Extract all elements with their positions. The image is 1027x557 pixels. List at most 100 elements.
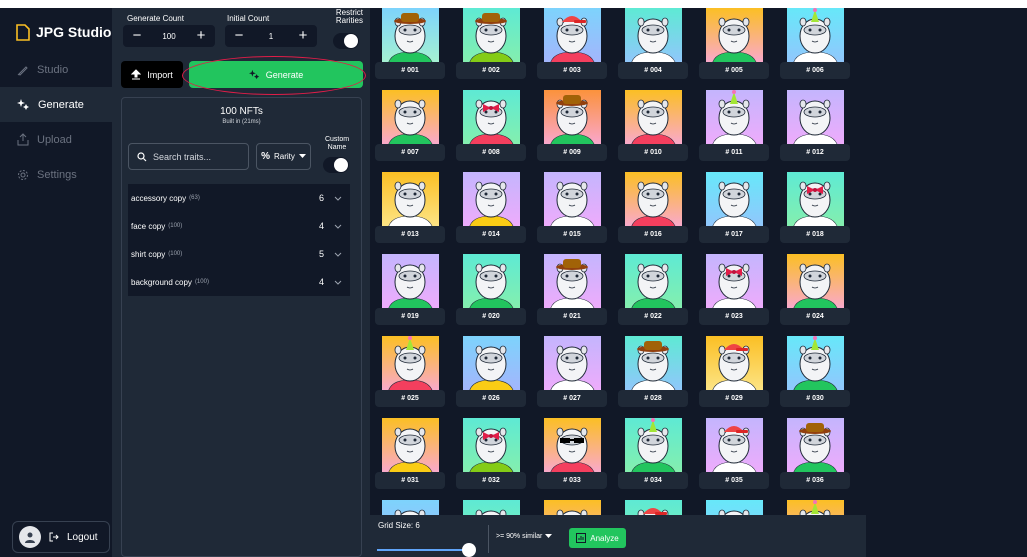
app-window: JPG Studio Studio Generate Upload Settin… bbox=[0, 8, 1027, 557]
sidebar-item-label: Settings bbox=[37, 168, 77, 181]
nft-image bbox=[463, 172, 520, 230]
nft-label: # 021 bbox=[537, 308, 607, 325]
decrement-button[interactable]: − bbox=[123, 25, 151, 47]
grid-size-slider-handle[interactable] bbox=[462, 543, 476, 557]
upload-icon bbox=[17, 133, 29, 146]
nft-card[interactable]: # 001 bbox=[375, 8, 445, 79]
trait-row-background[interactable]: background copy (100) 4 bbox=[128, 268, 350, 296]
nft-card[interactable]: # 002 bbox=[456, 8, 526, 79]
nft-card[interactable]: # 035 bbox=[699, 418, 769, 489]
empty-area bbox=[866, 8, 1027, 557]
nft-label: # 031 bbox=[375, 472, 445, 489]
trait-name: face copy bbox=[131, 221, 166, 231]
nft-label: # 020 bbox=[456, 308, 526, 325]
nft-label: # 034 bbox=[618, 472, 688, 489]
nft-card[interactable]: # 020 bbox=[456, 254, 526, 325]
nft-image bbox=[625, 336, 682, 394]
nft-card[interactable]: # 034 bbox=[618, 418, 688, 489]
divider bbox=[488, 525, 489, 553]
nft-card[interactable]: # 008 bbox=[456, 90, 526, 161]
nft-card[interactable]: # 009 bbox=[537, 90, 607, 161]
nft-image bbox=[463, 8, 520, 66]
nft-image bbox=[625, 418, 682, 476]
search-traits-input[interactable]: Search traits... bbox=[128, 143, 249, 170]
sidebar-item-upload[interactable]: Upload bbox=[0, 122, 112, 157]
nft-card[interactable]: # 017 bbox=[699, 172, 769, 243]
nft-image bbox=[787, 90, 844, 148]
sidebar: JPG Studio Studio Generate Upload Settin… bbox=[0, 8, 113, 557]
increment-button[interactable]: + bbox=[289, 25, 317, 47]
nft-card[interactable]: # 012 bbox=[780, 90, 850, 161]
nft-image bbox=[463, 254, 520, 312]
import-button[interactable]: Import bbox=[121, 61, 183, 88]
nft-card[interactable]: # 007 bbox=[375, 90, 445, 161]
nft-label: # 032 bbox=[456, 472, 526, 489]
sidebar-item-settings[interactable]: Settings bbox=[0, 157, 112, 192]
nft-card[interactable]: # 025 bbox=[375, 336, 445, 407]
trait-variant-count: 5 bbox=[318, 249, 324, 259]
restrict-rarities-toggle[interactable] bbox=[333, 33, 359, 49]
nft-card[interactable]: # 015 bbox=[537, 172, 607, 243]
nft-card[interactable]: # 036 bbox=[780, 418, 850, 489]
initial-count-value[interactable]: 1 bbox=[253, 32, 289, 41]
nft-card[interactable]: # 024 bbox=[780, 254, 850, 325]
user-icon bbox=[25, 532, 35, 543]
nft-card[interactable]: # 032 bbox=[456, 418, 526, 489]
custom-name-toggle[interactable] bbox=[323, 157, 349, 173]
nft-card[interactable]: # 028 bbox=[618, 336, 688, 407]
nft-image bbox=[544, 336, 601, 394]
brand[interactable]: JPG Studio bbox=[0, 8, 112, 46]
nft-card[interactable]: # 011 bbox=[699, 90, 769, 161]
trait-row-shirt[interactable]: shirt copy (100) 5 bbox=[128, 240, 350, 268]
pen-icon bbox=[17, 65, 28, 76]
nft-card[interactable]: # 019 bbox=[375, 254, 445, 325]
nft-card[interactable]: # 004 bbox=[618, 8, 688, 79]
nft-image bbox=[706, 90, 763, 148]
nft-card[interactable]: # 018 bbox=[780, 172, 850, 243]
nft-image bbox=[787, 418, 844, 476]
nft-card[interactable]: # 016 bbox=[618, 172, 688, 243]
nft-image bbox=[706, 418, 763, 476]
logout-button[interactable]: Logout bbox=[12, 521, 110, 553]
nft-card[interactable]: # 013 bbox=[375, 172, 445, 243]
nft-card[interactable]: # 030 bbox=[780, 336, 850, 407]
nft-card[interactable]: # 033 bbox=[537, 418, 607, 489]
nft-card[interactable]: # 010 bbox=[618, 90, 688, 161]
nft-card[interactable]: # 026 bbox=[456, 336, 526, 407]
chevron-down-icon bbox=[298, 154, 306, 158]
nft-card[interactable]: # 029 bbox=[699, 336, 769, 407]
nft-card[interactable]: # 031 bbox=[375, 418, 445, 489]
analyze-button[interactable]: Analyze bbox=[569, 528, 626, 548]
trait-row-accessory[interactable]: accessory copy (63) 6 bbox=[128, 184, 350, 212]
nft-card[interactable]: # 023 bbox=[699, 254, 769, 325]
similarity-dropdown[interactable]: >= 90% similar bbox=[496, 533, 553, 540]
nft-card[interactable]: # 005 bbox=[699, 8, 769, 79]
nft-label: # 025 bbox=[375, 390, 445, 407]
decrement-button[interactable]: − bbox=[225, 25, 253, 47]
toggle-knob bbox=[344, 34, 358, 48]
nft-card[interactable]: # 022 bbox=[618, 254, 688, 325]
trait-variant-count: 4 bbox=[318, 277, 324, 287]
grid-size-slider-track[interactable] bbox=[377, 549, 471, 551]
nft-image bbox=[787, 8, 844, 66]
generate-label: Generate bbox=[265, 69, 304, 80]
trait-row-face[interactable]: face copy (100) 4 bbox=[128, 212, 350, 240]
rarity-dropdown[interactable]: % Rarity bbox=[256, 143, 311, 170]
generate-button[interactable]: Generate bbox=[189, 61, 363, 88]
nft-card[interactable]: # 027 bbox=[537, 336, 607, 407]
nft-card[interactable]: # 014 bbox=[456, 172, 526, 243]
upload-arrow-icon bbox=[131, 69, 142, 80]
nft-card[interactable]: # 003 bbox=[537, 8, 607, 79]
sidebar-item-studio[interactable]: Studio bbox=[0, 52, 112, 87]
grid-size-label: Grid Size: 6 bbox=[378, 521, 420, 530]
chart-icon bbox=[576, 533, 587, 543]
nft-label: # 012 bbox=[780, 144, 850, 161]
sidebar-item-label: Upload bbox=[37, 133, 72, 146]
toggle-knob bbox=[334, 158, 348, 172]
nft-card[interactable]: # 006 bbox=[780, 8, 850, 79]
nft-card[interactable]: # 021 bbox=[537, 254, 607, 325]
increment-button[interactable]: + bbox=[187, 25, 215, 47]
sidebar-item-generate[interactable]: Generate bbox=[0, 87, 112, 122]
generate-count-value[interactable]: 100 bbox=[151, 32, 187, 41]
trait-name: accessory copy bbox=[131, 193, 187, 203]
